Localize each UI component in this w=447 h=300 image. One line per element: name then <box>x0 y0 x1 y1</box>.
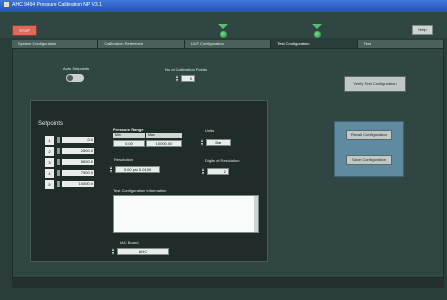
range-max-header: Max <box>146 133 182 138</box>
digits-input[interactable]: 2 <box>207 168 229 175</box>
window-titlebar: AHC 9494 Pressure Calibration NP V3.1 <box>0 0 447 12</box>
resolution-select[interactable]: 0.00 psi 0.0100 <box>115 166 160 173</box>
setpoint-spinner[interactable] <box>57 148 60 154</box>
recall-configuration-button[interactable]: Recall Configuration <box>346 130 392 140</box>
iac-board-spinner[interactable] <box>112 248 115 255</box>
digits-spinner[interactable] <box>202 168 205 175</box>
test-configuration-information-label: Test Configuration Information <box>113 188 167 193</box>
tab-calibration-reference[interactable]: Calibration Reference <box>98 40 185 48</box>
status-strip <box>12 278 444 288</box>
tab-test-configuration[interactable]: Test Configuration <box>271 40 358 48</box>
units-label: Units <box>205 128 215 133</box>
setpoint-index: 5 <box>45 180 54 189</box>
units-select[interactable]: Bar <box>206 139 231 146</box>
resolution-label: Resolution <box>114 157 133 162</box>
status-led-icon <box>220 31 227 38</box>
setpoint-value[interactable]: 7500.0 <box>62 170 94 176</box>
setpoints-label: Setpoints <box>38 121 64 127</box>
textarea-scrollbar[interactable] <box>254 196 258 232</box>
setpoint-spinner[interactable] <box>57 181 60 187</box>
setpoint-value[interactable]: 0.0 <box>62 137 94 143</box>
setpoint-spinner[interactable] <box>57 137 60 143</box>
tab-system-configuration[interactable]: System Configuration <box>12 40 99 48</box>
app-icon <box>4 2 9 8</box>
resolution-spinner[interactable] <box>110 166 113 173</box>
help-button[interactable]: Help <box>412 25 433 35</box>
window-title: AHC 9494 Pressure Calibration NP V3.1 <box>12 2 102 8</box>
units-spinner[interactable] <box>201 139 204 146</box>
status-indicator-icon <box>312 24 322 29</box>
status-led-icon <box>314 31 321 38</box>
range-max-input[interactable]: 10000.00 <box>146 140 182 147</box>
num-points-label: No of Calibration Points <box>165 67 208 72</box>
stop-button[interactable]: STOP <box>12 25 37 36</box>
auto-setpoints-toggle[interactable] <box>66 74 84 82</box>
setpoint-index: 3 <box>45 158 54 167</box>
num-points-spinner[interactable] <box>176 75 179 82</box>
setpoint-spinner[interactable] <box>57 159 60 165</box>
tab-test[interactable]: Test <box>357 40 445 48</box>
tab-uut-configuration[interactable]: UUT Configuration <box>184 40 272 48</box>
setpoint-value[interactable]: 10000.0 <box>62 181 94 187</box>
setpoint-value[interactable]: 2500.0 <box>62 148 94 154</box>
setpoint-index: 4 <box>45 169 54 178</box>
iac-board-select[interactable]: AHC <box>117 248 169 255</box>
digits-of-resolution-label: Digits of Resolution <box>205 158 240 163</box>
auto-setpoints-label: Auto Setpoints <box>63 66 90 71</box>
pressure-range-label: Pressure Range <box>113 127 144 132</box>
test-configuration-information-textarea[interactable] <box>113 195 259 233</box>
setpoint-index: 2 <box>45 147 54 156</box>
setpoint-value[interactable]: 5000.0 <box>62 159 94 165</box>
setpoint-spinner[interactable] <box>57 170 60 176</box>
setpoint-index: 1 <box>45 136 54 145</box>
iac-board-label: IAC Board <box>120 240 139 245</box>
tab-bar: System Configuration Calibration Referen… <box>12 40 445 48</box>
save-configuration-button[interactable]: Save Configuration <box>346 155 392 165</box>
range-min-header: Min <box>113 133 145 138</box>
range-min-input[interactable]: 0.00 <box>113 140 145 147</box>
verify-test-configuration-button[interactable]: Verify Test Configuration <box>344 76 406 92</box>
num-points-input[interactable]: 5 <box>181 75 195 82</box>
status-indicator-icon <box>218 24 228 29</box>
